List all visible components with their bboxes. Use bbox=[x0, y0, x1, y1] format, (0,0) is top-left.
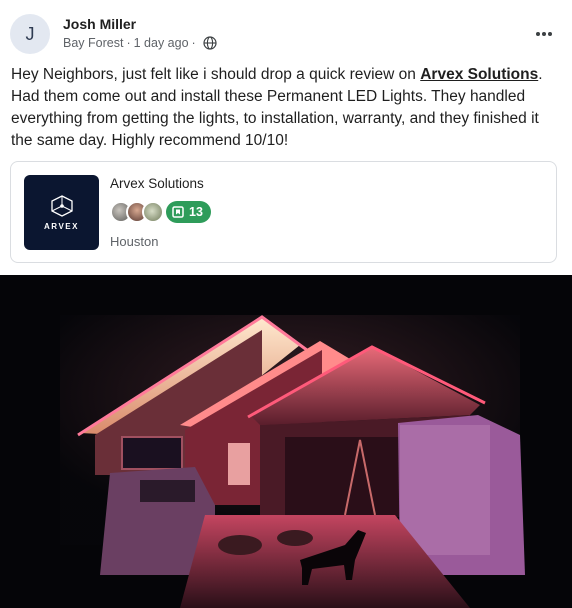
author-avatar[interactable]: J bbox=[10, 14, 50, 54]
arvex-logo-icon bbox=[50, 195, 73, 217]
post-text-start: Hey Neighbors, just felt like i should d… bbox=[11, 66, 421, 83]
post-photo[interactable] bbox=[0, 275, 572, 608]
meta-separator: · bbox=[191, 36, 196, 50]
bookmark-icon bbox=[172, 206, 184, 218]
post-meta: Bay Forest · 1 day ago · bbox=[63, 36, 217, 50]
recommender-avatar bbox=[142, 201, 164, 223]
business-logo: ARVEX bbox=[24, 175, 99, 250]
business-location: Houston bbox=[110, 234, 159, 249]
post-body: Hey Neighbors, just felt like i should d… bbox=[11, 64, 563, 152]
globe-icon bbox=[203, 36, 217, 50]
post-time[interactable]: 1 day ago bbox=[134, 36, 189, 50]
ellipsis-icon bbox=[536, 32, 552, 36]
neighborhood-link[interactable]: Bay Forest bbox=[63, 36, 123, 50]
more-options-button[interactable] bbox=[532, 22, 556, 46]
business-mention-link[interactable]: Arvex Solutions bbox=[420, 66, 538, 83]
avatar-initial: J bbox=[25, 23, 35, 44]
author-name[interactable]: Josh Miller bbox=[63, 16, 136, 32]
business-name[interactable]: Arvex Solutions bbox=[110, 176, 204, 191]
meta-separator: · bbox=[126, 36, 131, 50]
recommendation-count: 13 bbox=[189, 205, 203, 219]
business-card[interactable]: ARVEX Arvex Solutions 13 Houston bbox=[10, 161, 557, 263]
post-header: J Josh Miller Bay Forest · 1 day ago · bbox=[10, 14, 562, 54]
business-logo-text: ARVEX bbox=[44, 222, 79, 231]
recommender-avatars: 13 bbox=[110, 200, 211, 224]
recommendation-badge[interactable]: 13 bbox=[166, 201, 211, 223]
